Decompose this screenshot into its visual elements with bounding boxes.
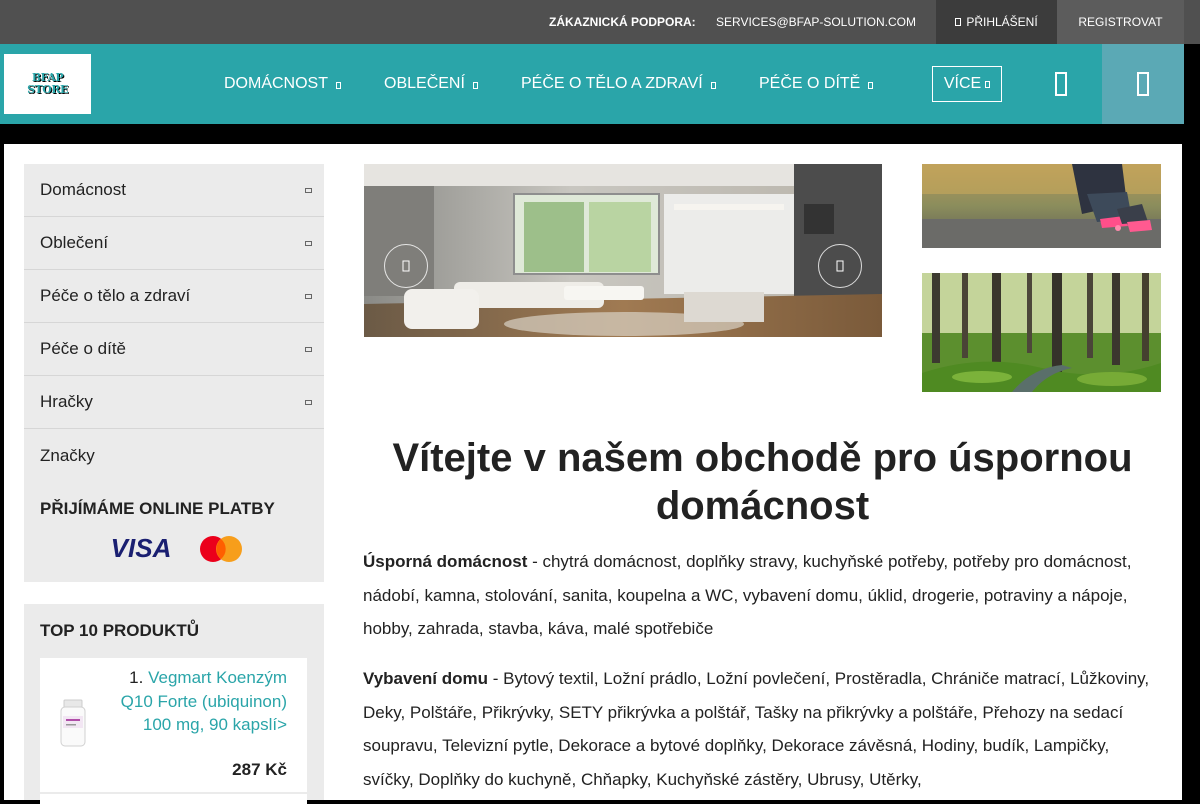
store-logo[interactable]: BFAP STORE <box>4 54 91 114</box>
top-product-card-next[interactable] <box>40 794 307 804</box>
login-label: PŘIHLÁŠENÍ <box>966 15 1038 29</box>
home-equipment-bold: Vybavení domu <box>363 669 489 688</box>
sidebar-item-pece-o-telo[interactable]: Péče o tělo a zdraví <box>24 270 324 323</box>
product-info: 1. Vegmart Koenzým Q10 Forte (ubiquinon)… <box>117 666 287 737</box>
product-rank: 1. <box>129 668 144 687</box>
main-content: Domácnost Oblečení Péče o tělo a zdraví … <box>4 144 1182 804</box>
nav-item-pece-o-dite[interactable]: PÉČE O DÍTĚ <box>759 75 874 93</box>
forest-image <box>922 273 1161 392</box>
runner-image <box>922 164 1161 248</box>
chevron-down-icon <box>472 82 478 89</box>
expand-icon[interactable] <box>305 293 312 299</box>
user-icon <box>1055 72 1067 96</box>
sidebar-item-label: Oblečení <box>40 233 109 252</box>
sidebar-item-obleceni[interactable]: Oblečení <box>24 217 324 270</box>
nav-label: DOMÁCNOST <box>224 75 328 92</box>
expand-icon[interactable] <box>305 240 312 246</box>
main-nav: BFAP STORE DOMÁCNOST OBLEČENÍ PÉČE O TĚL… <box>0 44 1184 124</box>
visa-logo: VISA <box>111 536 172 560</box>
sidebar-item-hracky[interactable]: Hračky <box>24 376 324 429</box>
mastercard-logo <box>200 536 242 562</box>
logo-line2: STORE <box>27 83 68 96</box>
nav-item-pece-o-telo[interactable]: PÉČE O TĚLO A ZDRAVÍ <box>521 75 716 93</box>
intro-paragraph: Úsporná domácnost - chytrá domácnost, do… <box>363 545 1163 646</box>
support-label: ZÁKAZNICKÁ PODPORA: <box>549 15 696 29</box>
product-bottle-image[interactable] <box>58 698 88 748</box>
promo-banner-garden[interactable] <box>922 273 1161 392</box>
nav-label: OBLEČENÍ <box>384 75 465 92</box>
sidebar-item-label: Domácnost <box>40 180 126 199</box>
top-product-card[interactable]: 1. Vegmart Koenzým Q10 Forte (ubiquinon)… <box>40 658 307 792</box>
chevron-down-icon <box>710 82 716 89</box>
sidebar-item-znacky[interactable]: Značky <box>24 429 324 482</box>
visa-text: VISA <box>111 536 172 560</box>
sidebar-item-label: Značky <box>40 445 95 465</box>
product-price: 287 Kč <box>232 760 287 779</box>
chevron-left-icon <box>402 260 410 272</box>
sidebar-item-label: Péče o tělo a zdraví <box>40 286 191 305</box>
nav-item-obleceni[interactable]: OBLEČENÍ <box>384 75 478 93</box>
chevron-down-icon <box>336 82 341 89</box>
register-button[interactable]: REGISTROVAT <box>1057 0 1184 44</box>
promo-banner-sport[interactable] <box>922 164 1161 248</box>
login-button[interactable]: PŘIHLÁŠENÍ <box>936 0 1057 44</box>
support-email-link[interactable]: SERVICES@BFAP-SOLUTION.COM <box>716 15 916 29</box>
sidebar-item-label: Péče o dítě <box>40 339 127 358</box>
nav-label: PÉČE O TĚLO A ZDRAVÍ <box>521 75 703 92</box>
cart-button[interactable] <box>1102 44 1184 124</box>
nav-item-domacnost[interactable]: DOMÁCNOST <box>224 75 341 93</box>
topbar-edge <box>1184 0 1200 44</box>
expand-icon[interactable] <box>305 187 312 193</box>
chevron-down-icon <box>985 80 991 88</box>
chevron-down-icon <box>868 82 874 89</box>
slider-next-button[interactable] <box>818 244 862 288</box>
sidebar-item-domacnost[interactable]: Domácnost <box>24 164 324 217</box>
living-room-image <box>364 164 882 337</box>
chevron-right-icon <box>836 260 844 272</box>
sidebar-item-pece-o-dite[interactable]: Péče o dítě <box>24 323 324 376</box>
page-title: Vítejte v našem obchodě pro úspornou dom… <box>392 436 1133 528</box>
more-label: VÍCE <box>943 75 982 92</box>
register-label: REGISTROVAT <box>1078 15 1163 29</box>
account-button[interactable] <box>1040 66 1082 102</box>
expand-icon[interactable] <box>305 346 312 352</box>
top-products-title: TOP 10 PRODUKTŮ <box>40 621 200 640</box>
login-icon <box>955 18 962 26</box>
intro-bold: Úsporná domácnost <box>363 552 528 571</box>
product-name-link[interactable]: Vegmart Koenzým Q10 Forte (ubiquinon) 10… <box>121 668 287 734</box>
category-sidebar: Domácnost Oblečení Péče o tělo a zdraví … <box>24 164 324 482</box>
home-equipment-paragraph: Vybavení domu - Bytový textil, Ložní prá… <box>363 662 1163 796</box>
slider-prev-button[interactable] <box>384 244 428 288</box>
payments-block: PŘIJÍMÁME ONLINE PLATBY VISA <box>24 482 324 582</box>
top-bar: ZÁKAZNICKÁ PODPORA: SERVICES@BFAP-SOLUTI… <box>0 0 1200 44</box>
sidebar-item-label: Hračky <box>40 392 93 411</box>
nav-edge <box>1184 44 1200 124</box>
cart-icon <box>1137 72 1149 96</box>
hero-slider[interactable] <box>364 164 882 337</box>
nav-label: PÉČE O DÍTĚ <box>759 75 861 92</box>
payments-title: PŘIJÍMÁME ONLINE PLATBY <box>40 499 275 518</box>
expand-icon[interactable] <box>305 399 312 405</box>
more-menu-button[interactable]: VÍCE <box>932 66 1002 102</box>
top-products-block: TOP 10 PRODUKTŮ 1. Vegmart Koenzým Q10 F… <box>24 604 324 804</box>
